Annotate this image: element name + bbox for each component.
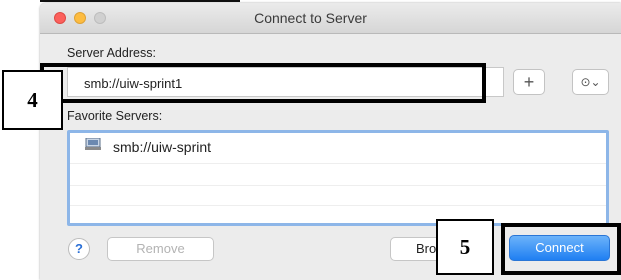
server-icon	[85, 138, 101, 150]
clock-dropdown-icon: ⊙⌄	[580, 75, 601, 89]
highlight-box-step-4	[40, 63, 486, 103]
title-bar: Connect to Server	[40, 3, 621, 34]
favorite-servers-label: Favorite Servers:	[67, 109, 163, 123]
add-favorite-button[interactable]: +	[513, 69, 545, 95]
top-border-line	[40, 0, 240, 2]
window-title: Connect to Server	[254, 10, 367, 26]
highlight-box-step-5	[501, 223, 621, 275]
list-row-divider	[70, 163, 606, 164]
server-address-label: Server Address:	[67, 46, 156, 60]
help-button[interactable]: ?	[68, 238, 90, 260]
callout-step-5: 5	[436, 219, 494, 275]
callout-step-4: 4	[2, 70, 63, 130]
list-row-divider	[70, 205, 606, 206]
recent-servers-button[interactable]: ⊙⌄	[572, 69, 609, 95]
remove-button[interactable]: Remove	[107, 237, 214, 261]
favorite-server-item[interactable]: smb://uiw-sprint	[113, 139, 211, 155]
list-row-divider	[70, 185, 606, 186]
plus-icon: +	[523, 71, 535, 92]
